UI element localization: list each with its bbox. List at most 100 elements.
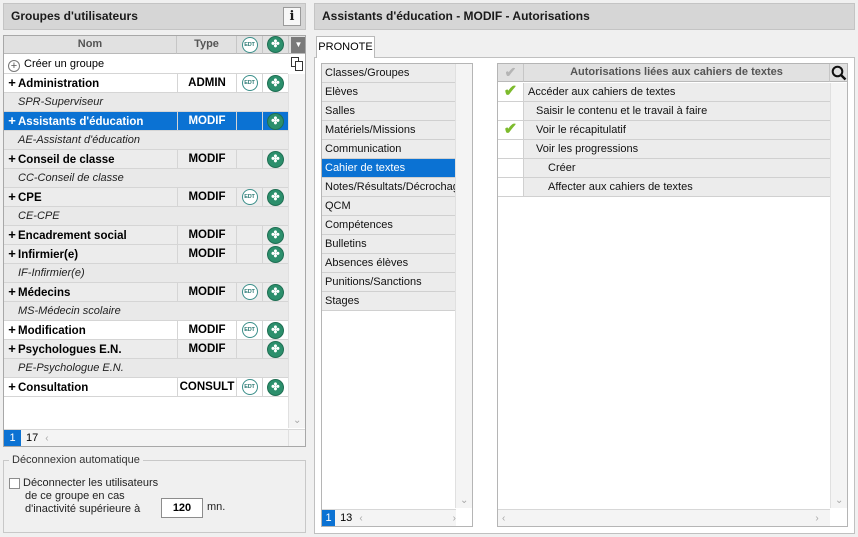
group-row[interactable]: + Modification MODIF EDT ✤ (4, 321, 289, 340)
auth-check-header[interactable]: ✔ (498, 64, 524, 82)
category-item[interactable]: Bulletins (322, 235, 456, 254)
scroll-down-icon[interactable]: ⌄ (293, 415, 301, 426)
group-profile-row[interactable]: CC-Conseil de classe (4, 169, 288, 188)
pager-current-page[interactable]: 1 (4, 429, 21, 446)
edt-cell[interactable] (237, 340, 263, 358)
search-icon[interactable] (831, 65, 847, 81)
auth-hscroll[interactable]: ‹ › (498, 509, 830, 526)
category-item[interactable]: Cahier de textes (322, 159, 456, 178)
category-item[interactable]: Classes/Groupes (322, 64, 456, 83)
expand-icon[interactable]: + (6, 226, 18, 244)
group-profile-row[interactable]: PE-Psychologue E.N. (4, 359, 288, 378)
leaf-cell[interactable]: ✤ (263, 112, 289, 130)
expand-icon[interactable]: + (6, 188, 18, 206)
group-row[interactable]: + Psychologues E.N. MODIF ✤ (4, 340, 289, 359)
group-row[interactable]: + Consultation CONSULT EDT ✤ (4, 378, 289, 397)
expand-icon[interactable]: + (6, 378, 18, 396)
group-profile-row[interactable]: AE-Assistant d'éducation (4, 131, 288, 150)
edt-cell[interactable]: EDT (237, 283, 263, 301)
authorization-checkbox[interactable] (498, 140, 524, 158)
scroll-down-icon[interactable]: ⌄ (460, 495, 468, 506)
create-group-row[interactable]: + Créer un groupe (4, 55, 288, 74)
expand-icon[interactable]: + (6, 112, 18, 130)
category-item[interactable]: Punitions/Sanctions (322, 273, 456, 292)
group-row[interactable]: + Administration ADMIN EDT ✤ (4, 74, 289, 93)
dropdown-menu-icon[interactable]: ▼ (291, 37, 305, 53)
column-header-leaf[interactable]: ✤ (263, 36, 289, 54)
category-item[interactable]: QCM (322, 197, 456, 216)
authorization-row[interactable]: ✔ Accéder aux cahiers de textes (498, 83, 830, 102)
copy-icon[interactable] (291, 57, 303, 71)
category-item[interactable]: Elèves (322, 83, 456, 102)
column-header-edt[interactable]: EDT (237, 36, 263, 54)
scroll-right-icon[interactable]: › (453, 513, 456, 524)
group-profile-row[interactable]: CE-CPE (4, 207, 288, 226)
expand-icon[interactable]: + (6, 283, 18, 301)
group-row[interactable]: + CPE MODIF EDT ✤ (4, 188, 289, 207)
authorization-checkbox[interactable] (498, 178, 524, 196)
group-profile-row[interactable]: IF-Infirmier(e) (4, 264, 288, 283)
column-header-type[interactable]: Type (177, 36, 237, 54)
tab-pronote[interactable]: PRONOTE (316, 36, 375, 58)
category-item[interactable]: Stages (322, 292, 456, 311)
group-row[interactable]: + Conseil de classe MODIF ✤ (4, 150, 289, 169)
edt-cell[interactable] (237, 112, 263, 130)
authorization-checkbox[interactable]: ✔ (498, 83, 524, 101)
leaf-cell[interactable]: ✤ (263, 245, 289, 263)
leaf-cell[interactable]: ✤ (263, 321, 289, 339)
scroll-left-icon[interactable]: ‹ (359, 513, 362, 524)
group-row[interactable]: + Infirmier(e) MODIF ✤ (4, 245, 289, 264)
leaf-cell[interactable]: ✤ (263, 378, 289, 396)
leaf-cell[interactable]: ✤ (263, 340, 289, 358)
category-item[interactable]: Salles (322, 102, 456, 121)
edt-cell[interactable] (237, 245, 263, 263)
authorization-checkbox[interactable] (498, 159, 524, 177)
category-item[interactable]: Notes/Résultats/Décrochage (322, 178, 465, 197)
edt-cell[interactable]: EDT (237, 74, 263, 92)
category-item[interactable]: Compétences (322, 216, 456, 235)
auth-scrollbar[interactable]: ⌄ (830, 83, 847, 508)
group-row[interactable]: + Encadrement social MODIF ✤ (4, 226, 289, 245)
scroll-left-icon[interactable]: ‹ (502, 513, 505, 524)
authorization-row[interactable]: Saisir le contenu et le travail à faire (498, 102, 830, 121)
expand-icon[interactable]: + (6, 245, 18, 263)
group-profile-row[interactable]: SPR-Superviseur (4, 93, 288, 112)
authorization-checkbox[interactable]: ✔ (498, 121, 524, 139)
leaf-cell[interactable]: ✤ (263, 226, 289, 244)
group-row[interactable]: + Médecins MODIF EDT ✤ (4, 283, 289, 302)
leaf-cell[interactable]: ✤ (263, 283, 289, 301)
expand-icon[interactable]: + (6, 321, 18, 339)
edt-cell[interactable] (237, 226, 263, 244)
edt-cell[interactable]: EDT (237, 321, 263, 339)
group-profile-row[interactable]: MS-Médecin scolaire (4, 302, 288, 321)
pager-current-page[interactable]: 1 (322, 509, 336, 526)
authorization-row[interactable]: Voir les progressions (498, 140, 830, 159)
edt-cell[interactable] (237, 150, 263, 168)
auto-logout-checkbox[interactable] (9, 478, 20, 489)
category-scrollbar[interactable]: ⌄ (455, 64, 472, 508)
info-button[interactable]: i (283, 7, 301, 26)
authorization-row[interactable]: Affecter aux cahiers de textes (498, 178, 830, 197)
category-item[interactable]: Matériels/Missions (322, 121, 456, 140)
category-item[interactable]: Communication (322, 140, 456, 159)
scroll-right-icon[interactable]: › (815, 513, 818, 524)
leaf-cell[interactable]: ✤ (263, 150, 289, 168)
inactivity-minutes-input[interactable]: 120 (161, 498, 203, 518)
group-row[interactable]: + Assistants d'éducation MODIF ✤ (4, 112, 289, 131)
column-header-name[interactable]: Nom (4, 36, 177, 54)
leaf-cell[interactable]: ✤ (263, 74, 289, 92)
leaf-cell[interactable]: ✤ (263, 188, 289, 206)
scroll-down-icon[interactable]: ⌄ (835, 495, 843, 506)
group-table-scrollbar[interactable]: ⌄ (288, 74, 305, 428)
edt-cell[interactable]: EDT (237, 188, 263, 206)
authorization-row[interactable]: ✔ Voir le récapitulatif (498, 121, 830, 140)
expand-icon[interactable]: + (6, 74, 18, 92)
authorization-label: Saisir le contenu et le travail à faire (536, 105, 708, 117)
scroll-left-icon[interactable]: ‹ (45, 433, 48, 444)
expand-icon[interactable]: + (6, 340, 18, 358)
edt-cell[interactable]: EDT (237, 378, 263, 396)
authorization-row[interactable]: Créer (498, 159, 830, 178)
expand-icon[interactable]: + (6, 150, 18, 168)
category-item[interactable]: Absences élèves (322, 254, 456, 273)
authorization-checkbox[interactable] (498, 102, 524, 120)
